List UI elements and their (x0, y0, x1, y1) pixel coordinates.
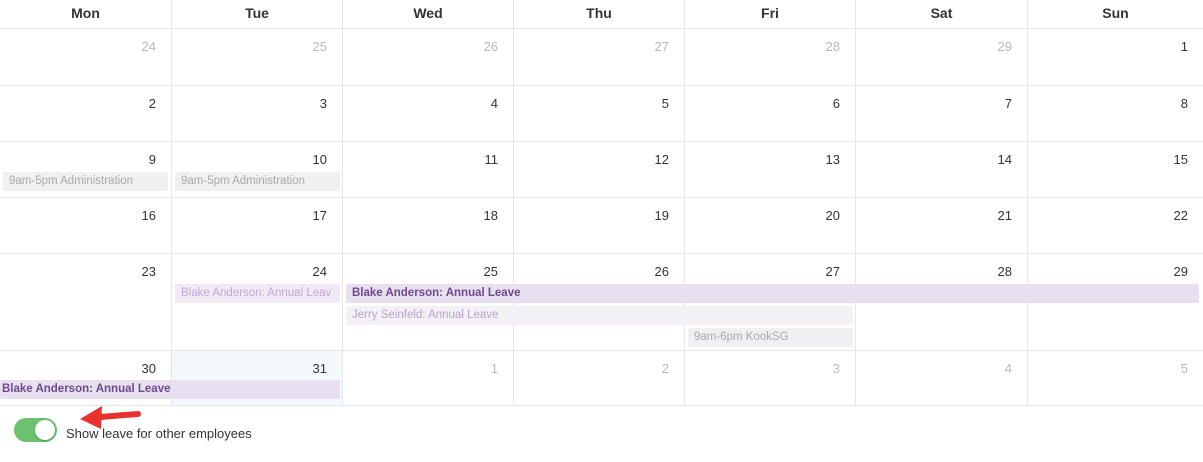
day-cell[interactable]: 4 (343, 86, 514, 141)
day-number: 24 (312, 264, 327, 279)
day-cell[interactable]: 27 (514, 29, 685, 85)
day-cell[interactable]: 19 (514, 198, 685, 253)
weekday-header: Mon Tue Wed Thu Fri Sat Sun (0, 0, 1203, 29)
day-number: 2 (661, 361, 669, 376)
day-number: 11 (484, 152, 499, 167)
day-number: 23 (141, 264, 156, 279)
day-number: 2 (148, 96, 156, 111)
day-number: 3 (832, 361, 840, 376)
day-cell[interactable]: 14 (856, 142, 1028, 197)
day-cell[interactable]: 16 (0, 198, 172, 253)
day-cell[interactable]: 24 (0, 29, 172, 85)
weekday-mon: Mon (0, 0, 172, 29)
calendar-month-grid: Mon Tue Wed Thu Fri Sat Sun 24 25 26 27 … (0, 0, 1203, 406)
day-number: 26 (654, 264, 669, 279)
day-number: 21 (997, 208, 1012, 223)
leave-event[interactable]: Blake Anderson: Annual Leave (346, 284, 1199, 303)
day-number: 25 (483, 264, 498, 279)
day-cell[interactable]: 6 (685, 86, 856, 141)
day-number: 12 (654, 152, 669, 167)
leave-event[interactable]: Blake Anderson: Annual Leave (0, 380, 340, 399)
day-number: 1 (490, 361, 498, 376)
day-cell[interactable]: 17 (172, 198, 343, 253)
weekday-fri: Fri (685, 0, 856, 29)
day-number: 18 (483, 208, 498, 223)
day-cell[interactable]: 15 (1028, 142, 1203, 197)
day-number: 15 (1173, 152, 1188, 167)
day-number: 29 (997, 39, 1012, 54)
week-row: 2 3 4 5 6 7 8 (0, 86, 1203, 142)
day-number: 16 (141, 208, 156, 223)
weekday-sat: Sat (856, 0, 1028, 29)
day-cell[interactable]: 2 (0, 86, 172, 141)
shift-event[interactable]: 9am-5pm Administration (175, 172, 340, 191)
shift-event[interactable]: 9am-6pm KookSG (688, 328, 853, 347)
day-number: 28 (997, 264, 1012, 279)
day-cell[interactable]: 3 (172, 86, 343, 141)
day-cell[interactable]: 7 (856, 86, 1028, 141)
day-cell[interactable]: 1 (343, 351, 514, 405)
shift-event[interactable]: 9am-5pm Administration (3, 172, 168, 191)
day-number: 24 (141, 39, 156, 54)
day-cell[interactable]: 25 (172, 29, 343, 85)
leave-event[interactable]: Blake Anderson: Annual Leav (175, 284, 340, 303)
day-number: 30 (141, 361, 156, 376)
day-cell[interactable]: 22 (1028, 198, 1203, 253)
day-cell[interactable]: 28 (685, 29, 856, 85)
day-cell[interactable]: 12 (514, 142, 685, 197)
day-cell[interactable]: 3 (685, 351, 856, 405)
day-number: 27 (825, 264, 840, 279)
day-cell[interactable]: 21 (856, 198, 1028, 253)
day-cell[interactable]: 5 (1028, 351, 1203, 405)
red-arrow-icon (80, 406, 141, 429)
day-cell[interactable]: 13 (685, 142, 856, 197)
day-number: 5 (661, 96, 669, 111)
day-number: 5 (1180, 361, 1188, 376)
show-leave-toggle[interactable] (14, 418, 57, 442)
day-number: 7 (1004, 96, 1012, 111)
weekday-thu: Thu (514, 0, 685, 29)
day-cell[interactable]: 29 (856, 29, 1028, 85)
day-number: 27 (654, 39, 669, 54)
day-number: 19 (654, 208, 669, 223)
day-cell[interactable]: 20 (685, 198, 856, 253)
day-number: 29 (1173, 264, 1188, 279)
day-cell[interactable]: 8 (1028, 86, 1203, 141)
day-number: 4 (490, 96, 498, 111)
day-number: 25 (312, 39, 327, 54)
day-cell[interactable]: 5 (514, 86, 685, 141)
day-cell[interactable]: 1 (1028, 29, 1203, 85)
week-row: 9 10 11 12 13 14 15 9am-5pm Administrati… (0, 142, 1203, 198)
day-number: 4 (1004, 361, 1012, 376)
day-number: 8 (1180, 96, 1188, 111)
week-row: 30 31 1 2 3 4 5 Blake Anderson: Annual L… (0, 351, 1203, 406)
week-row: 16 17 18 19 20 21 22 (0, 198, 1203, 254)
weekday-tue: Tue (172, 0, 343, 29)
day-number: 22 (1173, 208, 1188, 223)
day-cell[interactable]: 18 (343, 198, 514, 253)
day-number: 13 (825, 152, 840, 167)
toggle-knob (35, 420, 55, 440)
day-cell[interactable]: 26 (343, 29, 514, 85)
day-cell[interactable]: 4 (856, 351, 1028, 405)
day-number: 26 (483, 39, 498, 54)
week-row: 24 25 26 27 28 29 1 (0, 29, 1203, 86)
weekday-sun: Sun (1102, 5, 1129, 21)
day-number: 9 (148, 152, 156, 167)
day-cell[interactable]: 11 (343, 142, 514, 197)
day-number: 14 (997, 152, 1012, 167)
day-number: 10 (312, 152, 327, 167)
day-number: 3 (319, 96, 327, 111)
weekday-wed: Wed (343, 0, 514, 29)
day-number: 1 (1180, 39, 1188, 54)
day-number: 6 (832, 96, 840, 111)
day-cell[interactable]: 2 (514, 351, 685, 405)
day-number: 31 (312, 361, 327, 376)
day-cell[interactable]: 23 (0, 254, 172, 350)
leave-event[interactable]: Jerry Seinfeld: Annual Leave (346, 306, 853, 325)
week-row: 23 24 25 26 27 28 29 Blake Anderson: Ann… (0, 254, 1203, 351)
day-number: 28 (825, 39, 840, 54)
day-number: 20 (825, 208, 840, 223)
day-number: 17 (312, 208, 327, 223)
